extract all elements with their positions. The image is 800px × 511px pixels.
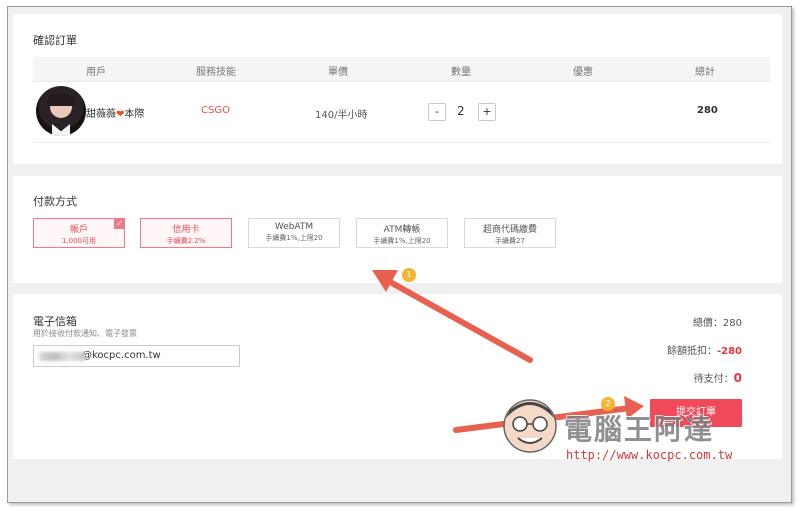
watermark: 電腦王阿達 http://www.kocpc.com.tw [500, 390, 760, 470]
watermark-text: 電腦王阿達 [564, 413, 715, 446]
annotation-badge-1: 1 [402, 268, 416, 282]
mascot-icon [503, 399, 557, 453]
watermark-url: http://www.kocpc.com.tw [566, 448, 733, 462]
arrow-1 [380, 275, 533, 363]
